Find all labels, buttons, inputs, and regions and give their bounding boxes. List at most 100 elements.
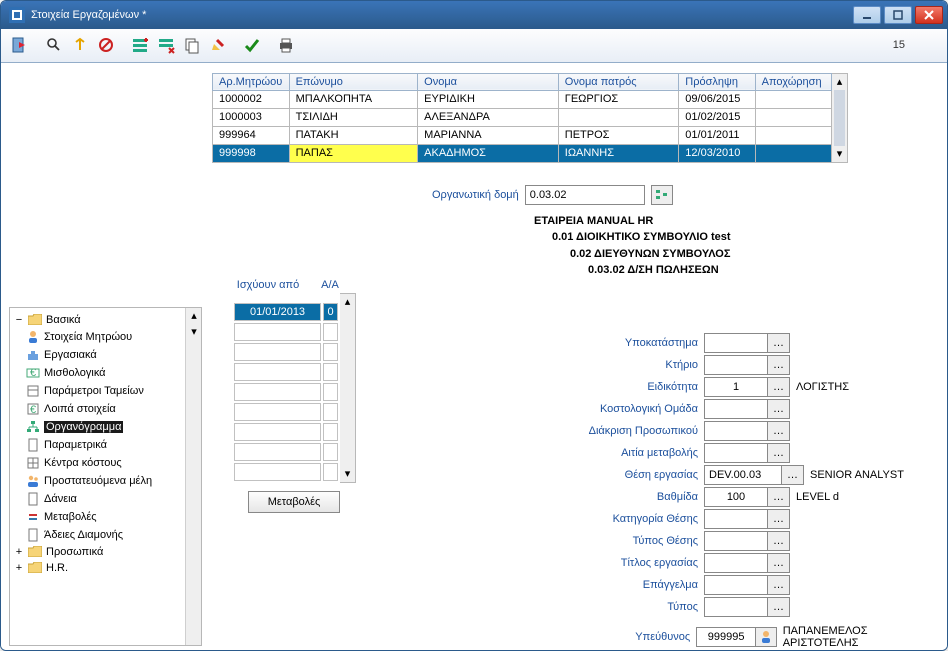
cost-group-field[interactable]: [704, 399, 768, 419]
add-row-icon[interactable]: [127, 32, 153, 58]
position-type-field[interactable]: [704, 531, 768, 551]
job-title-field[interactable]: [704, 553, 768, 573]
lookup-button[interactable]: …: [768, 355, 790, 375]
tree-item-work[interactable]: Εργασιακά: [12, 346, 183, 364]
scroll-thumb[interactable]: [834, 90, 845, 146]
collapse-icon[interactable]: −: [14, 314, 24, 326]
folder-icon: [28, 562, 42, 573]
nav-tree: − Βασικά Στοιχεία Μητρώου Εργασιακά €Μισ…: [9, 307, 202, 646]
table-row[interactable]: 1000003ΤΣΙΛΙΔΗΑΛΕΞΑΝΔΡΑ01/02/2015: [213, 108, 832, 126]
tree-item-cost-centers[interactable]: Κέντρα κόστους: [12, 454, 183, 472]
tree-item-registry[interactable]: Στοιχεία Μητρώου: [12, 328, 183, 346]
delete-row-icon[interactable]: [153, 32, 179, 58]
col-id[interactable]: Αρ.Μητρώου: [213, 73, 290, 90]
table-row[interactable]: 1000002ΜΠΑΛΚΟΠΗΤΑΕΥΡΙΔΙΚΗΓΕΩΡΓΙΟΣ09/06/2…: [213, 90, 832, 108]
org-label: Οργανωτική δομή: [432, 189, 519, 201]
lookup-button[interactable]: …: [768, 575, 790, 595]
tree-item-payroll[interactable]: €Μισθολογικά: [12, 364, 183, 382]
lookup-button[interactable]: …: [768, 509, 790, 529]
confirm-icon[interactable]: [239, 32, 265, 58]
change-reason-field[interactable]: [704, 443, 768, 463]
lookup-button[interactable]: …: [782, 465, 804, 485]
scroll-up-icon[interactable]: ▴: [340, 294, 355, 310]
window-title: Στοιχεία Εργαζομένων *: [31, 9, 146, 21]
lookup-button[interactable]: …: [768, 421, 790, 441]
org-code-input[interactable]: [525, 185, 645, 205]
lookup-button[interactable]: …: [768, 487, 790, 507]
tree-item-changes[interactable]: Μεταβολές: [12, 508, 183, 526]
org-hierarchy: ΕΤΑΙΡΕΙΑ MANUAL HR 0.01 ΔΙΟΙΚΗΤΙΚΟ ΣΥΜΒΟ…: [534, 213, 935, 279]
col-hire[interactable]: Πρόσληψη: [679, 73, 755, 90]
changes-button[interactable]: Μεταβολές: [248, 491, 340, 513]
edit-icon[interactable]: [205, 32, 231, 58]
supervisor-picker-button[interactable]: [756, 627, 777, 647]
position-category-field[interactable]: [704, 509, 768, 529]
grid-scrollbar[interactable]: ▴ ▾: [832, 73, 848, 163]
lookup-button[interactable]: …: [768, 597, 790, 617]
staff-class-field[interactable]: [704, 421, 768, 441]
position-field[interactable]: DEV.00.03: [704, 465, 782, 485]
lookup-button[interactable]: …: [768, 377, 790, 397]
scroll-up-icon[interactable]: ▴: [186, 308, 202, 324]
exit-icon[interactable]: [7, 32, 33, 58]
mini-col2: Α/Α: [316, 279, 344, 291]
tree-item-other[interactable]: €Λοιπά στοιχεία: [12, 400, 183, 418]
grade-field[interactable]: 100: [704, 487, 768, 507]
lookup-button[interactable]: …: [768, 399, 790, 419]
close-button[interactable]: [915, 6, 943, 24]
scroll-down-icon[interactable]: ▾: [186, 324, 202, 340]
maximize-button[interactable]: [884, 6, 912, 24]
search-icon[interactable]: [41, 32, 67, 58]
expand-icon[interactable]: +: [14, 546, 24, 558]
tree-item-residence[interactable]: Άδειες Διαμονής: [12, 526, 183, 544]
refresh-icon[interactable]: [67, 32, 93, 58]
tree-group-hr[interactable]: +H.R.: [12, 560, 183, 576]
branch-field[interactable]: [704, 333, 768, 353]
type-field[interactable]: [704, 597, 768, 617]
minimize-button[interactable]: [853, 6, 881, 24]
col-name[interactable]: Ονομα: [418, 73, 559, 90]
employee-grid[interactable]: Αρ.Μητρώου Επώνυμο Ονομα Ονομα πατρός Πρ…: [212, 73, 832, 163]
scroll-up-icon[interactable]: ▴: [832, 74, 847, 90]
scroll-down-icon[interactable]: ▾: [340, 466, 355, 482]
col-leave[interactable]: Αποχώρηση: [755, 73, 831, 90]
tree-item-parametric[interactable]: Παραμετρικά: [12, 436, 183, 454]
copy-row-icon[interactable]: [179, 32, 205, 58]
tree-item-loans[interactable]: Δάνεια: [12, 490, 183, 508]
lookup-button[interactable]: …: [768, 531, 790, 551]
tree-item-dependents[interactable]: Προστατευόμενα μέλη: [12, 472, 183, 490]
swap-icon: [26, 510, 40, 524]
print-icon[interactable]: [273, 32, 299, 58]
org-picker-button[interactable]: [651, 185, 673, 205]
tree-item-orgchart[interactable]: Οργανόγραμμα: [12, 418, 183, 436]
params-icon: [26, 384, 40, 398]
record-counter: 15: [893, 39, 905, 51]
expand-icon[interactable]: +: [14, 562, 24, 574]
profession-field[interactable]: [704, 575, 768, 595]
table-row[interactable]: 999964ΠΑΤΑΚΗΜΑΡΙΑΝΝΑΠΕΤΡΟΣ01/01/2011: [213, 126, 832, 144]
validity-grid[interactable]: 01/01/20130: [232, 301, 340, 483]
mini-scrollbar[interactable]: ▴ ▾: [340, 293, 356, 483]
supervisor-field[interactable]: 999995: [696, 627, 756, 647]
building-field[interactable]: [704, 355, 768, 375]
orgchart-icon: [26, 420, 40, 434]
grid-icon: [26, 456, 40, 470]
col-father[interactable]: Ονομα πατρός: [558, 73, 679, 90]
cancel-icon[interactable]: [93, 32, 119, 58]
tree-item-funds[interactable]: Παράμετροι Ταμείων: [12, 382, 183, 400]
specialty-field[interactable]: 1: [704, 377, 768, 397]
tree-scrollbar[interactable]: ▴ ▾: [185, 308, 201, 645]
scroll-down-icon[interactable]: ▾: [832, 146, 847, 162]
lookup-button[interactable]: …: [768, 553, 790, 573]
doc3-icon: [26, 528, 40, 542]
person-icon: [26, 330, 40, 344]
tree-group-basika[interactable]: − Βασικά: [12, 312, 183, 328]
table-row-selected[interactable]: 999998ΠΑΠΑΣΑΚΑΔΗΜΟΣΙΩΑΝΝΗΣ12/03/2010: [213, 144, 832, 162]
svg-text:€: €: [30, 404, 36, 416]
people-icon: [26, 474, 40, 488]
lookup-button[interactable]: …: [768, 333, 790, 353]
tree-group-prosopika[interactable]: +Προσωπικά: [12, 544, 183, 560]
lookup-button[interactable]: …: [768, 443, 790, 463]
doc2-icon: [26, 492, 40, 506]
col-surname[interactable]: Επώνυμο: [289, 73, 418, 90]
